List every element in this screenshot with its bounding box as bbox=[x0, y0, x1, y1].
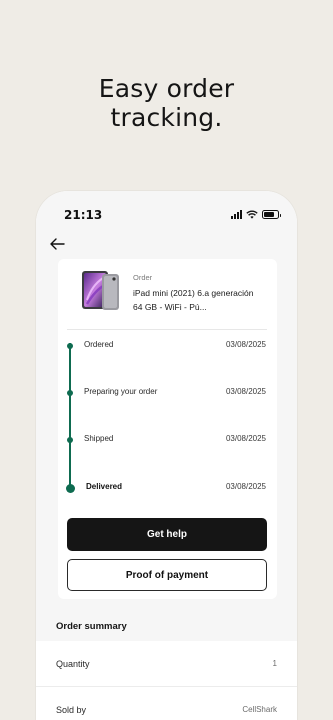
status-time: 21:13 bbox=[64, 208, 103, 222]
battery-icon bbox=[262, 210, 281, 219]
summary-key: Quantity bbox=[56, 659, 90, 669]
get-help-button[interactable]: Get help bbox=[67, 518, 267, 551]
product-name: iPad mini (2021) 6.a generación 64 GB - … bbox=[133, 288, 254, 312]
wifi-icon bbox=[246, 210, 258, 219]
product-info[interactable]: Order iPad mini (2021) 6.a generación 64… bbox=[67, 269, 267, 329]
order-summary-list: Quantity 1 Sold by CellShark bbox=[36, 641, 297, 720]
order-card: Order iPad mini (2021) 6.a generación 64… bbox=[58, 259, 277, 599]
order-tracking-timeline: Ordered 03/08/2025 Preparing your order … bbox=[58, 329, 277, 509]
cellular-signal-icon bbox=[231, 210, 242, 219]
summary-row-quantity: Quantity 1 bbox=[36, 641, 297, 687]
timeline-step-date: 03/08/2025 bbox=[225, 387, 266, 396]
timeline-step-date: 03/08/2025 bbox=[225, 340, 266, 349]
timeline-step-shipped: Shipped 03/08/2025 bbox=[58, 433, 277, 449]
timeline-step-date: 03/08/2025 bbox=[225, 482, 266, 491]
status-icons bbox=[231, 210, 281, 219]
headline-line-1: Easy order bbox=[98, 74, 235, 103]
app-screen: 21:13 Order iPad mini (2021) 6.a generac… bbox=[36, 191, 297, 720]
arrow-left-icon[interactable] bbox=[48, 235, 66, 253]
timeline-step-preparing: Preparing your order 03/08/2025 bbox=[58, 386, 277, 402]
timeline-dot bbox=[67, 343, 73, 349]
timeline-step-label: Delivered bbox=[86, 482, 123, 491]
summary-row-sold-by: Sold by CellShark bbox=[36, 687, 297, 720]
summary-key: Sold by bbox=[56, 705, 87, 715]
timeline-dot-current bbox=[65, 483, 75, 493]
proof-of-payment-button[interactable]: Proof of payment bbox=[67, 559, 267, 591]
timeline-step-delivered: Delivered 03/08/2025 bbox=[58, 481, 277, 497]
product-thumbnail bbox=[82, 271, 119, 310]
phone-mockup: 21:13 Order iPad mini (2021) 6.a generac… bbox=[36, 191, 297, 720]
order-label: Order bbox=[133, 273, 153, 282]
order-summary-title: Order summary bbox=[56, 621, 127, 632]
timeline-track bbox=[69, 343, 71, 486]
summary-value: 1 bbox=[272, 659, 277, 668]
marketing-headline: Easy order tracking. bbox=[0, 74, 333, 132]
timeline-step-label: Shipped bbox=[84, 434, 114, 443]
timeline-dot bbox=[67, 390, 73, 396]
status-bar: 21:13 bbox=[36, 208, 297, 224]
timeline-step-ordered: Ordered 03/08/2025 bbox=[58, 339, 277, 355]
summary-value: CellShark bbox=[242, 705, 277, 714]
timeline-step-label: Preparing your order bbox=[84, 387, 158, 396]
timeline-dot bbox=[67, 437, 73, 443]
headline-line-2: tracking. bbox=[110, 103, 223, 132]
timeline-step-label: Ordered bbox=[84, 340, 114, 349]
timeline-step-date: 03/08/2025 bbox=[225, 434, 266, 443]
